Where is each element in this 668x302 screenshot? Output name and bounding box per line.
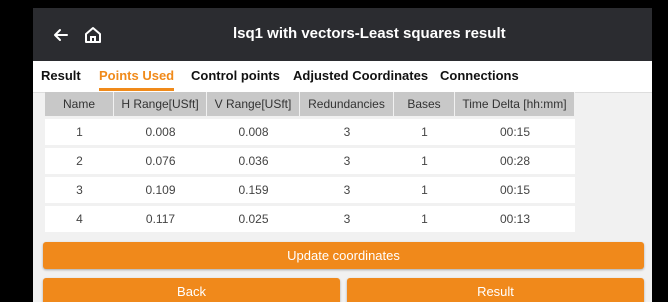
table-row[interactable]: 3 0.109 0.159 3 1 00:15 [45,177,575,203]
cell-bases: 1 [421,212,428,226]
tab-points-used[interactable]: Points Used [99,61,175,92]
cell-h-range: 0.109 [145,183,176,197]
back-arrow-icon[interactable] [51,25,71,45]
cell-redundancies: 3 [343,154,351,168]
cell-h-range: 0.076 [145,154,176,168]
cell-name: 4 [76,212,83,226]
cell-name: 3 [76,183,83,197]
cell-time-delta: 00:28 [499,154,531,168]
cell-redundancies: 3 [343,183,351,197]
back-button[interactable]: Back [43,278,340,302]
tab-adjusted-coordinates[interactable]: Adjusted Coordinates [293,61,428,92]
table-row[interactable]: 4 0.117 0.025 3 1 00:13 [45,206,575,232]
page-title: lsq1 with vectors-Least squares result [233,25,506,42]
cell-redundancies: 3 [343,212,351,226]
tab-control-points[interactable]: Control points [191,61,280,92]
app-screen: lsq1 with vectors-Least squares result R… [33,8,652,302]
cell-v-range: 0.025 [238,212,269,226]
cell-name: 1 [76,125,83,139]
cell-bases: 1 [421,154,428,168]
cell-name: 2 [76,154,83,168]
title-bar: lsq1 with vectors-Least squares result [33,8,652,61]
column-header-redundancies: Redundancies [300,92,394,116]
table-row[interactable]: 1 0.008 0.008 3 1 00:15 [45,119,575,145]
cell-bases: 1 [421,183,428,197]
tab-bar: Result Points Used Control points Adjust… [33,61,652,93]
home-icon[interactable] [83,25,103,45]
column-header-bases: Bases [394,92,455,116]
column-header-v-range: V Range[USft] [207,92,300,116]
cell-time-delta: 00:15 [499,125,531,139]
table-row[interactable]: 2 0.076 0.036 3 1 00:28 [45,148,575,174]
tab-result[interactable]: Result [41,61,81,92]
cell-bases: 1 [421,125,428,139]
result-button[interactable]: Result [347,278,644,302]
cell-h-range: 0.008 [145,125,176,139]
cell-v-range: 0.159 [238,183,269,197]
update-coordinates-button[interactable]: Update coordinates [43,242,644,269]
points-table: Name H Range[USft] V Range[USft] Redunda… [45,92,575,235]
cell-time-delta: 00:13 [499,212,531,226]
cell-v-range: 0.036 [238,154,269,168]
cell-time-delta: 00:15 [499,183,531,197]
cell-h-range: 0.117 [145,212,176,226]
tab-connections[interactable]: Connections [440,61,519,92]
table-header: Name H Range[USft] V Range[USft] Redunda… [45,92,575,116]
column-header-name: Name [45,92,114,116]
column-header-time-delta: Time Delta [hh:mm] [455,92,575,116]
column-header-h-range: H Range[USft] [114,92,207,116]
cell-redundancies: 3 [343,125,351,139]
cell-v-range: 0.008 [238,125,269,139]
